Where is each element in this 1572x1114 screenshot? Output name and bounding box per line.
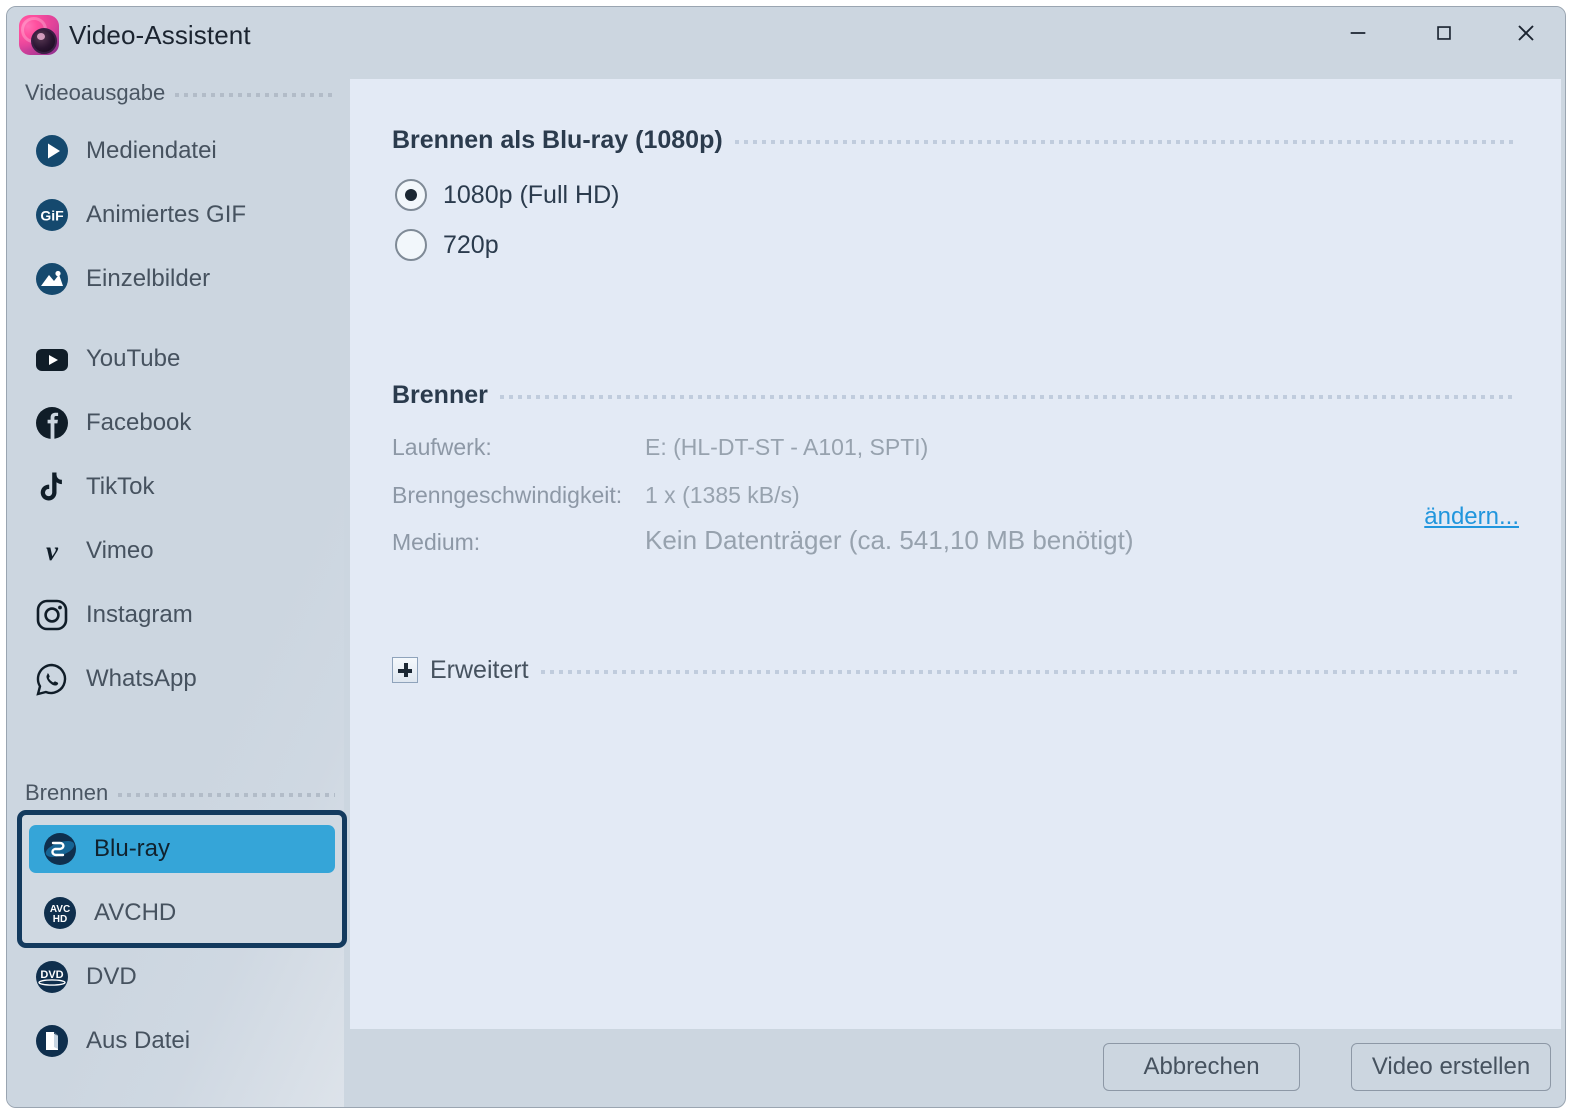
- cancel-button[interactable]: Abbrechen: [1103, 1043, 1300, 1091]
- content-panel: Brennen als Blu-ray (1080p) 1080p (Full …: [350, 79, 1561, 1029]
- maximize-icon[interactable]: [1413, 7, 1475, 59]
- video-assistant-app-icon: [19, 15, 59, 55]
- sidebar-item-dvd[interactable]: DVD DVD: [21, 953, 333, 1001]
- radio-label: 720p: [443, 230, 499, 259]
- radio-indicator[interactable]: [395, 229, 427, 261]
- close-icon[interactable]: [1495, 7, 1557, 59]
- section-title: Brennen als Blu-ray (1080p): [392, 125, 723, 154]
- sidebar: Videoausgabe Mediendatei GiF Animiertes …: [7, 67, 347, 1107]
- sidebar-item-label: Mediendatei: [86, 137, 217, 164]
- sidebar-item-label: YouTube: [86, 345, 181, 372]
- svg-text:HD: HD: [53, 914, 67, 925]
- sidebar-item-label: Facebook: [86, 409, 192, 436]
- avchd-icon: AVC HD: [42, 895, 78, 931]
- sidebar-item-animiertes-gif[interactable]: GiF Animiertes GIF: [21, 191, 333, 239]
- sidebar-item-label: Blu-ray: [94, 835, 171, 862]
- row-value: Kein Datenträger (ca. 541,10 MB benötigt…: [645, 525, 1134, 555]
- sidebar-item-label: Instagram: [86, 601, 193, 628]
- row-label: Laufwerk:: [392, 434, 492, 460]
- sidebar-item-whatsapp[interactable]: WhatsApp: [21, 655, 333, 703]
- title-bar: Video-Assistent: [7, 7, 1565, 67]
- vimeo-icon: v: [34, 533, 70, 569]
- plus-box-icon[interactable]: [392, 657, 418, 683]
- svg-text:GiF: GiF: [40, 208, 64, 224]
- sidebar-item-vimeo[interactable]: v Vimeo: [21, 527, 333, 575]
- dotted-rule: [118, 792, 335, 797]
- create-video-button[interactable]: Video erstellen: [1351, 1043, 1551, 1091]
- sidebar-item-label: Animiertes GIF: [86, 201, 247, 228]
- dotted-rule: [540, 670, 1517, 674]
- bluray-icon: [42, 831, 78, 867]
- gif-circle-icon: GiF: [34, 197, 70, 233]
- row-label: Medium:: [392, 529, 481, 555]
- radio-option-720p[interactable]: 720p: [395, 229, 499, 261]
- dotted-rule: [175, 92, 335, 97]
- sidebar-item-einzelbilder[interactable]: Einzelbilder: [21, 255, 333, 303]
- minimize-icon[interactable]: [1327, 7, 1389, 59]
- youtube-icon: [34, 341, 70, 377]
- play-circle-icon: [34, 133, 70, 169]
- svg-text:v: v: [46, 536, 59, 566]
- radio-option-1080p[interactable]: 1080p (Full HD): [395, 179, 619, 211]
- change-drive-link[interactable]: ändern...: [1424, 503, 1519, 531]
- dotted-rule: [734, 140, 1517, 144]
- sidebar-item-youtube[interactable]: YouTube: [21, 335, 333, 383]
- sidebar-item-tiktok[interactable]: TikTok: [21, 463, 333, 511]
- burner-section-header: Brenner: [392, 380, 1517, 409]
- dotted-rule: [499, 395, 1517, 399]
- instagram-icon: [34, 597, 70, 633]
- advanced-label: Erweitert: [430, 655, 529, 684]
- sidebar-item-label: TikTok: [86, 473, 155, 500]
- sidebar-group-label: Videoausgabe: [25, 80, 166, 105]
- sidebar-item-mediendatei[interactable]: Mediendatei: [21, 127, 333, 175]
- advanced-section-toggle[interactable]: Erweitert: [392, 656, 1517, 684]
- footer-bar: Abbrechen Video erstellen: [7, 1027, 1565, 1107]
- sidebar-item-label: Einzelbilder: [86, 265, 211, 292]
- row-value: E: (HL-DT-ST - A101, SPTI): [645, 434, 929, 460]
- sidebar-item-avchd[interactable]: AVC HD AVCHD: [29, 889, 335, 937]
- radio-indicator[interactable]: [395, 179, 427, 211]
- sidebar-item-blu-ray[interactable]: Blu-ray: [29, 825, 335, 873]
- sidebar-item-label: WhatsApp: [86, 665, 197, 692]
- row-label: Brenngeschwindigkeit:: [392, 482, 623, 508]
- facebook-icon: [34, 405, 70, 441]
- whatsapp-icon: [34, 661, 70, 697]
- radio-label: 1080p (Full HD): [443, 180, 620, 209]
- sidebar-group-videoausgabe: Videoausgabe: [25, 80, 335, 105]
- app-window: Video-Assistent Videoausgabe Mediendatei…: [6, 6, 1566, 1108]
- sidebar-group-label: Brennen: [25, 780, 109, 805]
- window-title: Video-Assistent: [69, 20, 251, 50]
- tiktok-icon: [34, 469, 70, 505]
- sidebar-item-facebook[interactable]: Facebook: [21, 399, 333, 447]
- sidebar-item-label: DVD: [86, 963, 137, 990]
- sidebar-item-label: AVCHD: [94, 899, 177, 926]
- format-section-header: Brennen als Blu-ray (1080p): [392, 125, 1517, 154]
- sidebar-item-instagram[interactable]: Instagram: [21, 591, 333, 639]
- section-title: Brenner: [392, 380, 488, 409]
- sidebar-group-brennen: Brennen: [25, 780, 335, 805]
- sidebar-item-label: Vimeo: [86, 537, 154, 564]
- dvd-icon: DVD: [34, 959, 70, 995]
- row-value: 1 x (1385 kB/s): [645, 482, 800, 508]
- image-circle-icon: [34, 261, 70, 297]
